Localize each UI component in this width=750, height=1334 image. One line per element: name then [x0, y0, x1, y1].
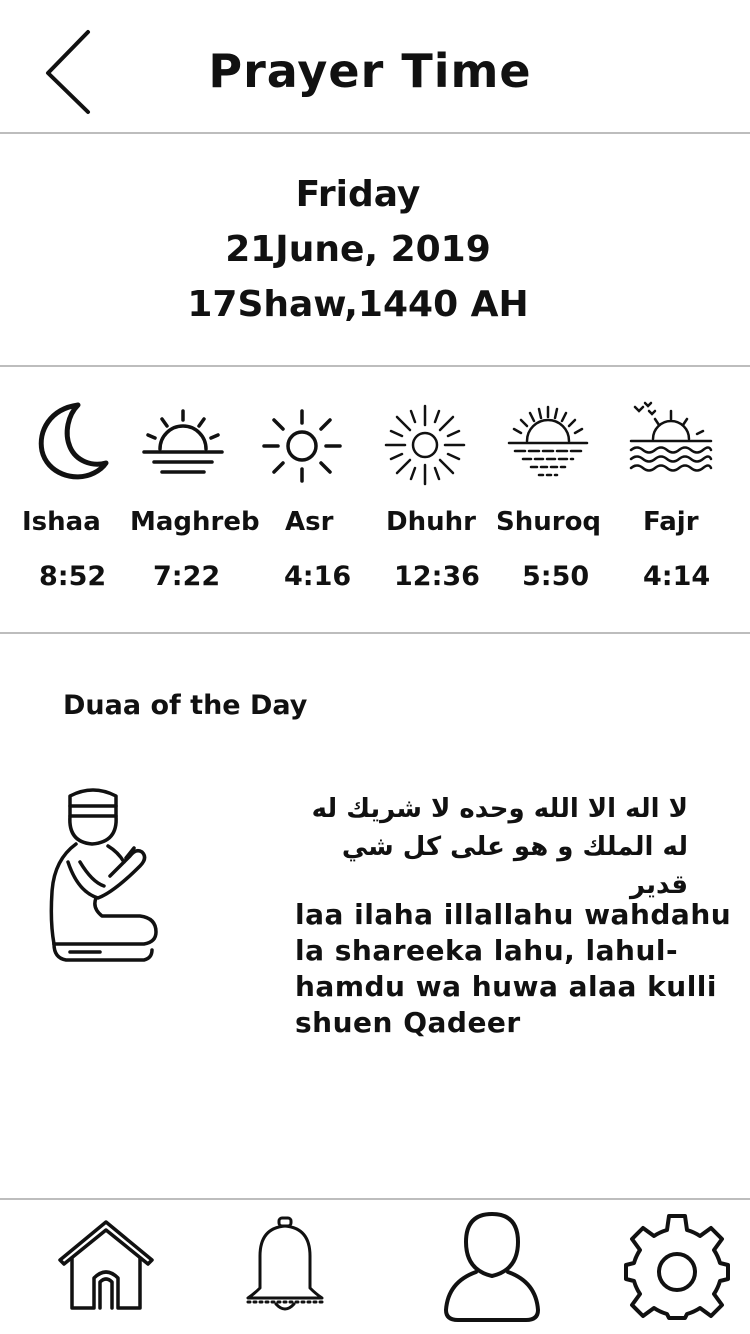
date-section: Friday 21June, 2019 17Shaw,1440 AH — [0, 134, 750, 367]
duaa-arabic: لا اله الا الله وحده لا شريك له له الملك… — [300, 790, 688, 904]
sunrise-sea-icon — [507, 405, 589, 477]
bright-sun-icon — [384, 404, 466, 486]
page-title: Prayer Time — [208, 44, 532, 98]
crescent-moon-icon — [38, 402, 109, 480]
prayer-name: Maghreb — [130, 507, 260, 537]
duaa-title: Duaa of the Day — [63, 690, 308, 721]
sunset-icon — [142, 409, 224, 474]
header-bar: Prayer Time — [0, 0, 750, 134]
bell-icon — [246, 1216, 324, 1311]
prayer-name: Dhuhr — [386, 507, 476, 537]
prayer-dhuhr[interactable]: Dhuhr 12:36 — [380, 367, 490, 634]
nav-profile-button[interactable] — [440, 1210, 544, 1328]
praying-person-icon — [49, 788, 158, 962]
prayer-shuroq[interactable]: Shuroq 5:50 — [495, 367, 605, 634]
prayer-maghreb[interactable]: Maghreb 7:22 — [128, 367, 260, 634]
prayer-fajr[interactable]: Fajr 4:14 — [625, 367, 735, 634]
home-icon — [58, 1220, 154, 1310]
prayer-time: 5:50 — [522, 561, 590, 592]
nav-home-button[interactable] — [58, 1220, 154, 1316]
prayer-name: Fajr — [643, 507, 699, 537]
gear-icon — [624, 1214, 730, 1320]
prayer-times-row: Ishaa 8:52 Maghreb 7:22 Asr 4:16 Dhuhr 1… — [0, 367, 750, 634]
duaa-transliteration: laa ilaha illallahu wahdahu la shareeka … — [295, 898, 732, 1039]
prayer-time: 8:52 — [39, 561, 107, 592]
prayer-name: Asr — [285, 507, 334, 537]
prayer-time: 4:14 — [643, 561, 711, 592]
dawn-waves-icon — [629, 401, 713, 472]
prayer-ishaa[interactable]: Ishaa 8:52 — [20, 367, 120, 634]
sun-icon — [262, 409, 342, 483]
nav-notifications-button[interactable] — [240, 1216, 330, 1320]
prayer-name: Shuroq — [496, 507, 602, 537]
prayer-name: Ishaa — [22, 507, 101, 537]
hijri-date: 17Shaw,1440 AH — [187, 284, 529, 325]
prayer-asr[interactable]: Asr 4:16 — [258, 367, 358, 634]
duaa-arabic-line1: لا اله الا الله وحده لا شريك له — [311, 794, 688, 824]
day-name: Friday — [295, 174, 421, 215]
prayer-time: 4:16 — [284, 561, 352, 592]
gregorian-date: 21June, 2019 — [225, 229, 491, 270]
nav-settings-button[interactable] — [622, 1212, 732, 1326]
user-icon — [444, 1212, 540, 1322]
prayer-time: 7:22 — [153, 561, 221, 592]
duaa-arabic-line2: له الملك و هو على كل شي قدير — [341, 832, 688, 900]
bottom-navigation — [0, 1198, 750, 1334]
prayer-time: 12:36 — [394, 561, 480, 592]
